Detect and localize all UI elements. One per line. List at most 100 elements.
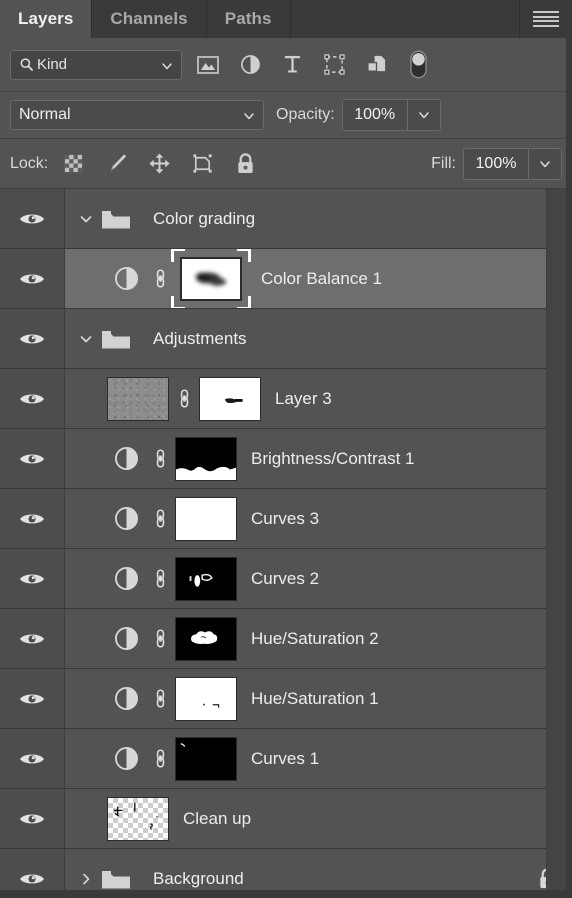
layer-visibility-toggle[interactable]	[0, 789, 65, 848]
layer-mask-thumbnail[interactable]	[175, 676, 237, 721]
layer-row-body[interactable]: Color Balance 1	[65, 249, 572, 308]
blend-mode-select[interactable]: Normal	[10, 100, 264, 130]
layer-visibility-toggle[interactable]	[0, 489, 65, 548]
layer-mask-thumbnail[interactable]	[171, 249, 251, 308]
opacity-value[interactable]: 100%	[342, 100, 407, 130]
adjustment-half-circle-icon[interactable]	[107, 446, 145, 471]
fill-field[interactable]: 100%	[463, 147, 562, 180]
layer-row-body[interactable]: Hue/Saturation 1	[65, 669, 572, 728]
tab-layers[interactable]: Layers	[0, 0, 93, 38]
layers-panel: Layers Channels Paths Kind Normal Opacit…	[0, 0, 572, 898]
opacity-field[interactable]: 100%	[341, 99, 441, 131]
layer-visibility-toggle[interactable]	[0, 429, 65, 488]
layer-row-body[interactable]: Curves 2	[65, 549, 572, 608]
adjustment-half-circle-icon[interactable]	[107, 686, 145, 711]
eye-visibility-icon	[20, 874, 44, 883]
layer-mask-thumbnail[interactable]	[199, 376, 261, 421]
layer-row-curves-3[interactable]: Curves 3	[0, 489, 572, 549]
layer-visibility-toggle[interactable]	[0, 669, 65, 728]
group-disclosure-toggle[interactable]	[73, 212, 99, 226]
folder-icon	[99, 868, 133, 890]
layer-row-body[interactable]: Layer 3	[65, 369, 572, 428]
layer-mask-thumbnail[interactable]	[175, 436, 237, 481]
layer-row-body[interactable]: Clean up	[65, 789, 572, 848]
layer-row-color-grading[interactable]: Color grading	[0, 189, 572, 249]
adjustment-half-circle-icon[interactable]	[107, 566, 145, 591]
layer-thumbnail[interactable]	[107, 376, 169, 421]
folder-icon	[99, 208, 133, 230]
layer-row-hue-saturation-2[interactable]: Hue/Saturation 2	[0, 609, 572, 669]
group-disclosure-toggle[interactable]	[73, 332, 99, 346]
layer-mask-thumbnail[interactable]	[175, 556, 237, 601]
layer-mask-thumbnail[interactable]	[175, 736, 237, 781]
layer-row-clean-up[interactable]: Clean up	[0, 789, 572, 849]
layer-row-hue-saturation-1[interactable]: Hue/Saturation 1	[0, 669, 572, 729]
lock-artboard-nesting-icon[interactable]	[189, 151, 215, 177]
panel-menu-button[interactable]	[520, 0, 572, 38]
link-mask-icon[interactable]	[145, 746, 175, 771]
layer-name: Background	[153, 868, 244, 888]
lock-image-pixels-icon[interactable]	[103, 151, 129, 177]
filter-shape-layers-icon[interactable]	[322, 52, 346, 78]
link-mask-icon[interactable]	[145, 266, 175, 291]
layer-visibility-toggle[interactable]	[0, 729, 65, 788]
layer-row-body[interactable]: Color grading	[65, 189, 572, 248]
link-mask-icon[interactable]	[145, 686, 175, 711]
layer-row-color-balance-1[interactable]: Color Balance 1	[0, 249, 572, 309]
mask-selection-corner	[237, 249, 251, 262]
layer-row-body[interactable]: Curves 1	[65, 729, 572, 788]
layer-name: Layer 3	[275, 388, 332, 408]
link-mask-icon[interactable]	[145, 566, 175, 591]
lock-position-icon[interactable]	[146, 151, 172, 177]
link-mask-icon[interactable]	[145, 626, 175, 651]
filter-type-icons	[196, 50, 430, 79]
blend-mode-row: Normal Opacity: 100%	[0, 92, 572, 139]
layer-row-brightness-contrast-1[interactable]: Brightness/Contrast 1	[0, 429, 572, 489]
link-mask-icon[interactable]	[145, 506, 175, 531]
lock-all-icon[interactable]	[232, 151, 258, 177]
link-mask-icon[interactable]	[169, 386, 199, 411]
layer-name: Hue/Saturation 1	[251, 688, 379, 708]
filter-toggle-switch[interactable]	[406, 50, 430, 79]
link-mask-icon[interactable]	[145, 446, 175, 471]
lock-row: Lock: Fill: 100%	[0, 139, 572, 189]
filter-adjustment-layers-icon[interactable]	[238, 52, 262, 78]
chevron-down-icon	[161, 59, 173, 71]
fill-value[interactable]: 100%	[464, 148, 528, 179]
fill-stepper[interactable]	[528, 148, 561, 179]
layer-thumbnail[interactable]	[107, 796, 169, 841]
layer-visibility-toggle[interactable]	[0, 549, 65, 608]
layer-visibility-toggle[interactable]	[0, 309, 65, 368]
layer-visibility-toggle[interactable]	[0, 249, 65, 308]
layer-visibility-toggle[interactable]	[0, 189, 65, 248]
layer-row-adjustments[interactable]: Adjustments	[0, 309, 572, 369]
adjustment-half-circle-icon[interactable]	[107, 746, 145, 771]
layer-name: Curves 3	[251, 508, 320, 528]
layer-mask-thumbnail[interactable]	[175, 616, 237, 661]
adjustment-half-circle-icon[interactable]	[107, 266, 145, 291]
tab-channels[interactable]: Channels	[92, 0, 207, 38]
adjustment-half-circle-icon[interactable]	[107, 506, 145, 531]
layer-row-body[interactable]: Hue/Saturation 2	[65, 609, 572, 668]
layer-visibility-toggle[interactable]	[0, 369, 65, 428]
filter-smart-object-layers-icon[interactable]	[364, 52, 388, 78]
filter-type-layers-icon[interactable]	[280, 52, 304, 78]
layer-row-layer-3[interactable]: Layer 3	[0, 369, 572, 429]
layer-visibility-toggle[interactable]	[0, 609, 65, 668]
mask-selection-corner	[171, 295, 185, 308]
layer-row-curves-1[interactable]: Curves 1	[0, 729, 572, 789]
filter-kind-select[interactable]: Kind	[10, 49, 182, 80]
layer-mask-thumbnail[interactable]	[175, 496, 237, 541]
layer-row-body[interactable]: Adjustments	[65, 309, 572, 368]
layer-row-body[interactable]: Curves 3	[65, 489, 572, 548]
layer-list: Color grading Color Balance 1 Adjustment…	[0, 189, 572, 898]
opacity-stepper[interactable]	[406, 100, 440, 130]
lock-transparent-pixels-icon[interactable]	[60, 151, 86, 177]
layer-name: Curves 2	[251, 568, 320, 588]
filter-pixel-layers-icon[interactable]	[196, 52, 220, 78]
tab-paths[interactable]: Paths	[206, 0, 291, 38]
layer-row-curves-2[interactable]: Curves 2	[0, 549, 572, 609]
layer-row-body[interactable]: Brightness/Contrast 1	[65, 429, 572, 488]
group-disclosure-toggle[interactable]	[73, 872, 99, 886]
adjustment-half-circle-icon[interactable]	[107, 626, 145, 651]
